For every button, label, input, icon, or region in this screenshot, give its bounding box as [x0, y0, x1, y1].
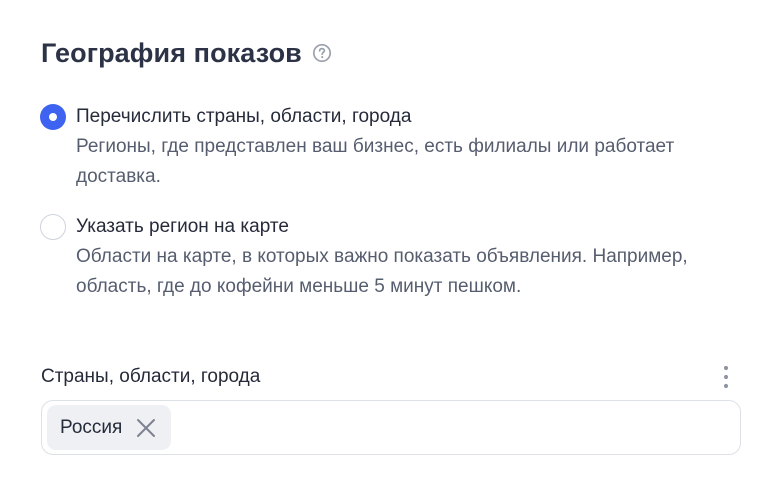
radio-button-unchecked[interactable]	[40, 214, 66, 240]
option-label: Перечислить страны, области, города	[76, 106, 412, 127]
radio-button-checked[interactable]	[40, 104, 66, 130]
option-description: Области на карте, в которых важно показа…	[76, 246, 688, 297]
option-label: Указать регион на карте	[76, 216, 289, 237]
kebab-menu-icon[interactable]	[716, 364, 736, 390]
option-list-regions[interactable]: Перечислить страны, области, города Реги…	[40, 102, 740, 192]
regions-field-label: Страны, области, города	[41, 366, 261, 387]
option-description: Регионы, где представлен ваш бизнес, ест…	[76, 136, 675, 187]
regions-input[interactable]: Россия	[41, 400, 741, 455]
close-icon[interactable]	[135, 417, 157, 439]
geography-panel: География показов Перечислить страны, об…	[0, 0, 781, 490]
question-circle-icon[interactable]	[312, 43, 332, 63]
section-title: География показов	[41, 38, 302, 68]
region-chip-label: Россия	[60, 416, 123, 438]
section-header: География показов	[41, 36, 332, 70]
region-chip: Россия	[47, 405, 172, 450]
option-map-region[interactable]: Указать регион на карте Области на карте…	[40, 212, 740, 302]
display-mode-radio-group: Перечислить страны, области, города Реги…	[40, 102, 740, 302]
